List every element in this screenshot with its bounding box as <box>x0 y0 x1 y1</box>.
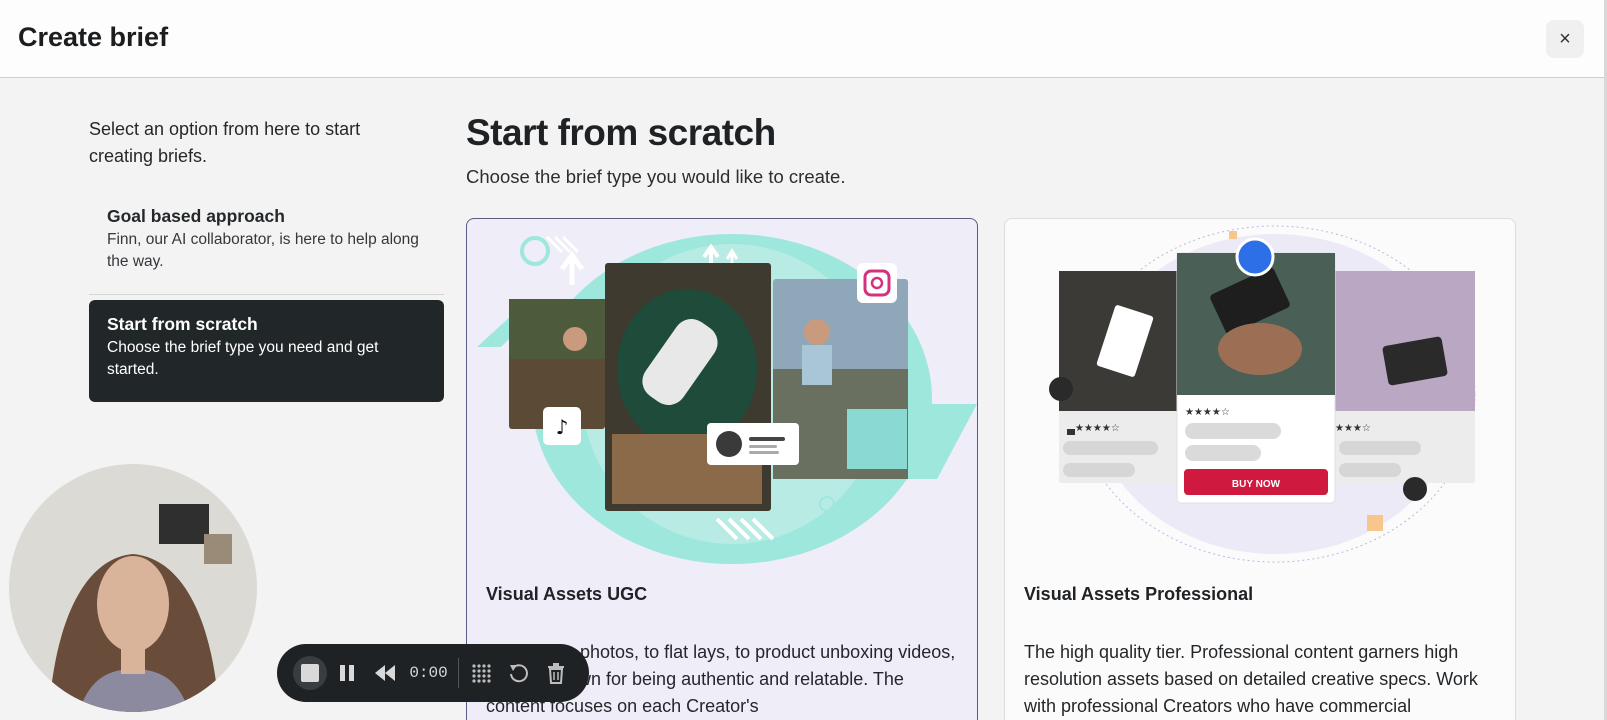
close-icon: × <box>1559 27 1571 50</box>
professional-illustration: BUY NOW ★★★★☆ ★★★★☆ ★★★☆ <box>1049 225 1476 563</box>
stop-button[interactable] <box>291 653 328 693</box>
close-button[interactable]: × <box>1546 20 1584 58</box>
restart-button[interactable] <box>500 653 537 693</box>
trash-icon <box>548 663 565 684</box>
svg-text:★★★★☆: ★★★★☆ <box>1075 423 1120 434</box>
grid-button[interactable] <box>463 653 500 693</box>
modal-title: Create brief <box>18 22 169 52</box>
delete-button[interactable] <box>538 653 575 693</box>
modal-header: Create brief × <box>0 0 1607 78</box>
option-title: Start from scratch <box>107 314 258 334</box>
option-description: Finn, our AI collaborator, is here to he… <box>107 231 419 270</box>
card-title: Visual Assets UGC <box>486 584 648 604</box>
page-subtitle: Choose the brief type you would like to … <box>466 166 846 187</box>
card-visual-assets-professional[interactable]: BUY NOW ★★★★☆ ★★★★☆ ★★★☆ Visual Assets P… <box>1004 218 1516 720</box>
stop-icon <box>292 656 327 690</box>
toolbar-divider <box>457 658 459 688</box>
restart-icon <box>509 664 528 683</box>
recording-toolbar: 0:00 <box>277 644 589 702</box>
buy-now-label: BUY NOW <box>1232 479 1281 490</box>
page-title: Start from scratch <box>466 112 776 153</box>
rewind-icon <box>374 665 395 681</box>
card-description: The high quality tier. Professional cont… <box>1024 642 1478 716</box>
svg-text:♪: ♪ <box>556 415 569 439</box>
pause-button[interactable] <box>328 653 365 693</box>
option-start-from-scratch[interactable]: Start from scratch Choose the brief type… <box>89 300 444 402</box>
option-goal-based-approach[interactable]: Goal based approach Finn, our AI collabo… <box>89 192 444 276</box>
webcam-overlay <box>9 464 257 712</box>
svg-text:★★★★☆: ★★★★☆ <box>1185 407 1230 418</box>
webcam-feed <box>9 464 257 712</box>
option-title: Goal based approach <box>107 206 285 226</box>
option-description: Choose the brief type you need and get s… <box>107 339 379 378</box>
svg-text:★★★☆: ★★★☆ <box>1335 423 1371 434</box>
dots-grid-icon <box>472 664 492 683</box>
pause-icon <box>340 665 355 681</box>
recording-time: 0:00 <box>409 664 448 682</box>
rewind-button[interactable] <box>366 653 403 693</box>
sidebar-intro: Select an option from here to start crea… <box>89 119 361 166</box>
card-title: Visual Assets Professional <box>1024 584 1254 604</box>
sidebar-divider <box>89 294 444 295</box>
ugc-illustration: ♪ <box>477 234 977 564</box>
